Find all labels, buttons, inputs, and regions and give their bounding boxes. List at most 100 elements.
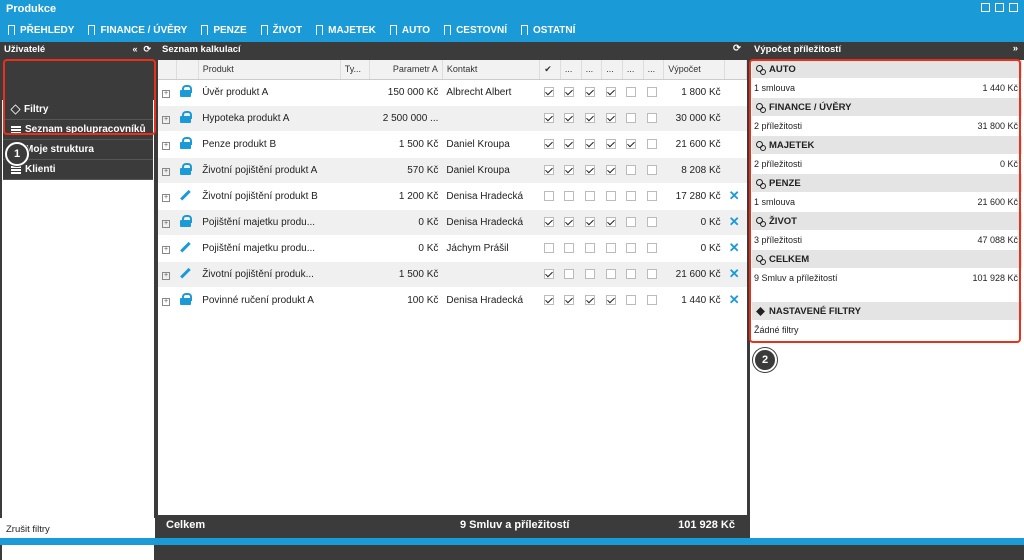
- checkbox[interactable]: [585, 112, 596, 123]
- checkbox[interactable]: [543, 242, 554, 253]
- table-row[interactable]: + Hypoteka produkt A 2 500 000 ... 30 000 K…: [158, 105, 747, 132]
- checkbox[interactable]: [626, 138, 637, 149]
- expand-icon[interactable]: +: [162, 271, 170, 280]
- checkbox[interactable]: [543, 112, 554, 123]
- column-header[interactable]: ...: [560, 60, 582, 80]
- expand-icon[interactable]: +: [162, 141, 170, 150]
- table-row[interactable]: + Povinné ručení produkt A 100 Kč Denisa Hr…: [158, 287, 747, 314]
- menu-item[interactable]: CESTOVNÍ: [444, 25, 507, 37]
- checkbox[interactable]: [605, 216, 616, 227]
- expand-icon[interactable]: +: [162, 245, 170, 254]
- checkbox[interactable]: [585, 164, 596, 175]
- checkbox[interactable]: [564, 216, 575, 227]
- delete-icon[interactable]: ✕: [729, 214, 740, 229]
- checkbox[interactable]: [605, 268, 616, 279]
- checkbox[interactable]: [605, 190, 616, 201]
- checkbox[interactable]: [585, 294, 596, 305]
- checkbox[interactable]: [605, 86, 616, 97]
- column-header[interactable]: Ty...: [340, 60, 370, 80]
- delete-icon[interactable]: ✕: [729, 266, 740, 281]
- menu-item[interactable]: AUTO: [389, 25, 430, 37]
- checkbox[interactable]: [605, 242, 616, 253]
- column-header[interactable]: ...: [622, 60, 644, 80]
- nav-item[interactable]: Klienti: [3, 160, 153, 180]
- menu-item[interactable]: MAJETEK: [316, 25, 376, 37]
- restore-icon[interactable]: [995, 3, 1004, 12]
- delete-icon[interactable]: ✕: [729, 292, 740, 307]
- column-header[interactable]: ✔: [539, 60, 561, 80]
- expand-icon[interactable]: +: [162, 219, 170, 228]
- checkbox[interactable]: [564, 268, 575, 279]
- checkbox[interactable]: [647, 268, 658, 279]
- checkbox[interactable]: [543, 86, 554, 97]
- table-row[interactable]: + Penze produkt B 1 500 Kč Daniel Kroupa 21 …: [158, 131, 747, 158]
- table-row[interactable]: + Pojištění majetku produ... 0 Kč Denisa Hr…: [158, 209, 747, 236]
- delete-icon[interactable]: ✕: [729, 240, 740, 255]
- checkbox[interactable]: [543, 268, 554, 279]
- expand-icon[interactable]: +: [162, 297, 170, 306]
- checkbox[interactable]: [585, 86, 596, 97]
- checkbox[interactable]: [647, 138, 658, 149]
- table-row[interactable]: + Životní pojištění produkt B 1 200 Kč Deni…: [158, 183, 747, 210]
- checkbox[interactable]: [647, 242, 658, 253]
- checkbox[interactable]: [626, 216, 637, 227]
- checkbox[interactable]: [647, 294, 658, 305]
- expand-icon[interactable]: +: [162, 89, 170, 98]
- checkbox[interactable]: [564, 294, 575, 305]
- checkbox[interactable]: [647, 190, 658, 201]
- menu-item[interactable]: PENZE: [201, 25, 247, 37]
- checkbox[interactable]: [564, 112, 575, 123]
- table-row[interactable]: + Životní pojištění produk... 1 500 Kč 21 6…: [158, 261, 747, 288]
- checkbox[interactable]: [543, 164, 554, 175]
- checkbox[interactable]: [605, 138, 616, 149]
- checkbox[interactable]: [564, 242, 575, 253]
- column-header[interactable]: Kontakt: [442, 60, 541, 80]
- refresh-icon[interactable]: ⟳: [143, 44, 151, 55]
- checkbox[interactable]: [543, 216, 554, 227]
- checkbox[interactable]: [564, 164, 575, 175]
- checkbox[interactable]: [626, 86, 637, 97]
- menu-item[interactable]: OSTATNÍ: [521, 25, 575, 37]
- checkbox[interactable]: [647, 86, 658, 97]
- refresh-icon[interactable]: ⟳: [733, 43, 741, 54]
- table-row[interactable]: + Životní pojištění produkt A 570 Kč Daniel…: [158, 157, 747, 184]
- checkbox[interactable]: [564, 138, 575, 149]
- checkbox[interactable]: [585, 242, 596, 253]
- checkbox[interactable]: [543, 190, 554, 201]
- checkbox[interactable]: [647, 112, 658, 123]
- checkbox[interactable]: [605, 164, 616, 175]
- checkbox[interactable]: [647, 216, 658, 227]
- close-icon[interactable]: [1009, 3, 1018, 12]
- expand-icon[interactable]: +: [162, 115, 170, 124]
- checkbox[interactable]: [605, 112, 616, 123]
- table-row[interactable]: + Úvěr produkt A 150 000 Kč Albrecht Albert…: [158, 79, 747, 106]
- checkbox[interactable]: [605, 294, 616, 305]
- menu-item[interactable]: ŽIVOT: [260, 25, 302, 37]
- checkbox[interactable]: [543, 294, 554, 305]
- checkbox[interactable]: [626, 294, 637, 305]
- checkbox[interactable]: [626, 112, 637, 123]
- checkbox[interactable]: [626, 164, 637, 175]
- expand-icon[interactable]: +: [162, 193, 170, 202]
- column-header[interactable]: Produkt: [198, 60, 341, 80]
- checkbox[interactable]: [585, 268, 596, 279]
- column-header[interactable]: ...: [581, 60, 603, 80]
- checkbox[interactable]: [626, 268, 637, 279]
- expand-icon[interactable]: +: [162, 167, 170, 176]
- collapse-right-icon[interactable]: »: [1013, 43, 1018, 54]
- column-header[interactable]: Výpočet: [663, 60, 726, 80]
- table-row[interactable]: + Pojištění majetku produ... 0 Kč Jáchym Pr…: [158, 235, 747, 262]
- checkbox[interactable]: [585, 190, 596, 201]
- menu-item[interactable]: FINANCE / ÚVĚRY: [88, 25, 187, 37]
- delete-icon[interactable]: ✕: [729, 188, 740, 203]
- checkbox[interactable]: [626, 190, 637, 201]
- column-header[interactable]: ...: [643, 60, 665, 80]
- menu-item[interactable]: PŘEHLEDY: [8, 25, 74, 37]
- column-header[interactable]: Parametr A: [369, 60, 443, 80]
- checkbox[interactable]: [585, 216, 596, 227]
- collapse-left-icon[interactable]: «: [132, 44, 137, 55]
- checkbox[interactable]: [564, 190, 575, 201]
- checkbox[interactable]: [585, 138, 596, 149]
- minimize-icon[interactable]: [981, 3, 990, 12]
- checkbox[interactable]: [647, 164, 658, 175]
